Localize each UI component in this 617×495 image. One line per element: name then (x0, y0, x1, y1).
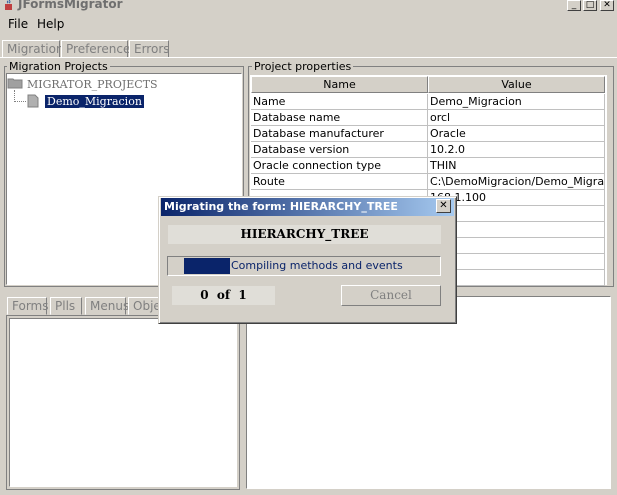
column-header-value[interactable]: Value (428, 76, 605, 93)
dialog-close-button[interactable]: ✕ (436, 199, 451, 213)
tab-divider (0, 57, 617, 58)
menu-help[interactable]: Help (37, 17, 64, 31)
property-name-cell[interactable]: Route (251, 174, 428, 190)
project-properties-label: Project properties (252, 60, 354, 73)
tab-menus[interactable]: Menus (85, 297, 129, 315)
property-value-cell[interactable]: THIN (428, 158, 605, 174)
forms-list[interactable] (9, 318, 237, 487)
property-name-cell[interactable]: Database manufacturer (251, 126, 428, 142)
java-app-icon (5, 0, 12, 10)
table-scroll-gutter (607, 76, 613, 285)
tab-preferences[interactable]: Preferences (61, 40, 137, 58)
title-bar: JFormsMigrator (0, 0, 617, 12)
progress-status: Compiling methods and events (231, 259, 403, 272)
details-panel (246, 296, 611, 489)
tab-plls[interactable]: Plls (50, 297, 82, 315)
form-count: 0 of 1 (172, 286, 275, 305)
tab-migrations[interactable]: Migrations (2, 40, 70, 58)
tree-connector (14, 101, 26, 102)
menu-file[interactable]: File (8, 17, 28, 31)
close-window-button[interactable]: ✕ (600, 0, 614, 11)
column-header-name[interactable]: Name (251, 76, 428, 93)
progress-fill (184, 258, 230, 274)
tab-errors[interactable]: Errors (129, 40, 170, 58)
property-name-cell[interactable]: Name (251, 94, 428, 110)
property-name-cell[interactable]: Database version (251, 142, 428, 158)
property-value-cell[interactable]: Oracle (428, 126, 605, 142)
window-title: JFormsMigrator (18, 0, 123, 11)
dialog-title: Migrating the form: HIERARCHY_TREE (161, 198, 454, 216)
folder-icon (7, 78, 23, 89)
property-value-cell[interactable]: 10.2.0 (428, 142, 605, 158)
property-value-cell[interactable]: C:\DemoMigracion/Demo_Migraci... (428, 174, 605, 190)
property-value-cell[interactable]: Demo_Migracion (428, 94, 605, 110)
migration-projects-label: Migration Projects (7, 60, 110, 73)
tab-forms[interactable]: Forms (7, 297, 48, 315)
property-name-cell[interactable]: Database name (251, 110, 428, 126)
cancel-button[interactable]: Cancel (341, 285, 441, 306)
close-icon: ✕ (439, 200, 448, 211)
form-name-label: HIERARCHY_TREE (168, 225, 441, 244)
property-value-cell[interactable]: orcl (428, 110, 605, 126)
property-name-cell[interactable]: Oracle connection type (251, 158, 428, 174)
tab-objects[interactable]: Objec (128, 297, 167, 315)
minimize-button[interactable]: _ (567, 0, 581, 11)
tree-root-label[interactable]: MIGRATOR_PROJECTS (27, 78, 158, 91)
document-icon (27, 94, 39, 108)
tree-item-demo-migracion[interactable]: Demo_Migracion (44, 94, 145, 109)
maximize-button[interactable]: □ (583, 0, 597, 11)
